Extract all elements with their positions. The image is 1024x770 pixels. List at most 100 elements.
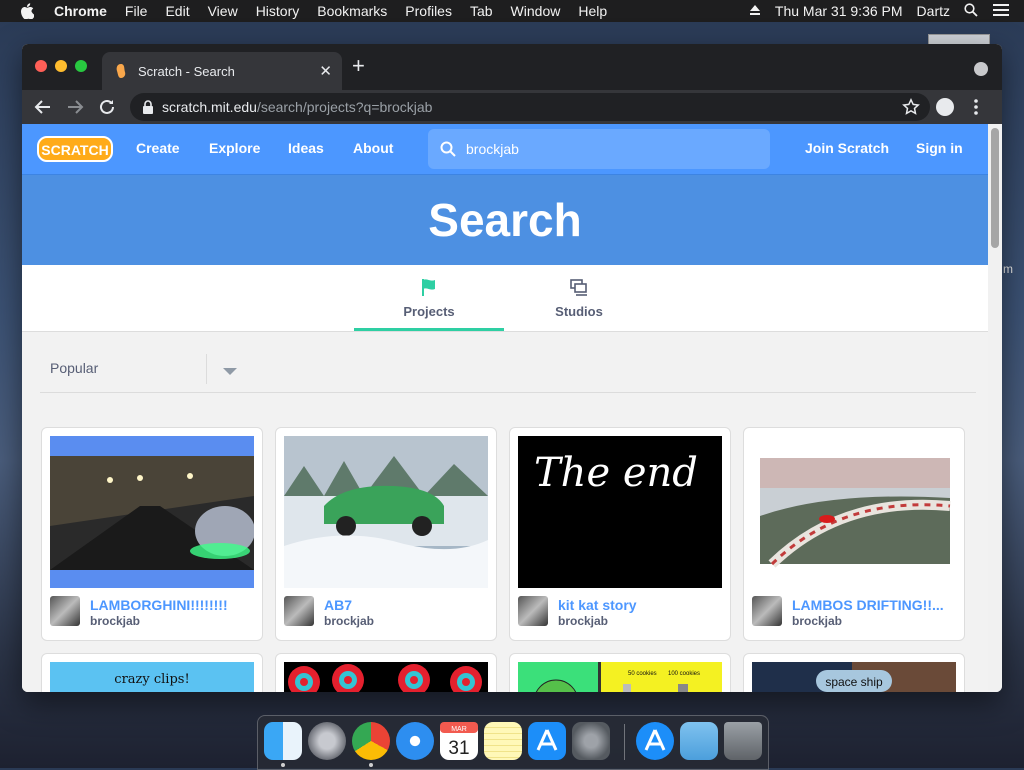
author-avatar[interactable] bbox=[518, 596, 548, 626]
project-author-link[interactable]: brockjab bbox=[324, 614, 374, 628]
project-card[interactable]: LAMBORGHINI!!!!!!!! brockjab bbox=[41, 427, 263, 641]
project-title-link[interactable]: LAMBOS DRIFTING!!... bbox=[792, 597, 960, 613]
menu-window[interactable]: Window bbox=[511, 3, 561, 19]
forward-arrow-icon[interactable] bbox=[66, 98, 84, 116]
address-bar[interactable]: scratch.mit.edu/search/projects?q=brockj… bbox=[130, 93, 930, 121]
scratch-logo[interactable]: SCRATCH bbox=[36, 134, 114, 164]
tab-search-icon[interactable] bbox=[974, 62, 988, 76]
svg-text:SCRATCH: SCRATCH bbox=[41, 142, 108, 158]
bookmark-star-icon[interactable] bbox=[902, 98, 920, 116]
spotlight-search-icon[interactable] bbox=[964, 2, 978, 20]
tab-studios-label: Studios bbox=[555, 304, 603, 319]
new-tab-button[interactable]: + bbox=[352, 55, 365, 77]
chrome-menu-icon[interactable] bbox=[974, 97, 978, 117]
project-author-link[interactable]: brockjab bbox=[90, 614, 140, 628]
join-scratch-link[interactable]: Join Scratch bbox=[805, 140, 889, 156]
lock-icon[interactable] bbox=[142, 100, 154, 114]
reload-icon[interactable] bbox=[98, 98, 116, 116]
project-thumbnail[interactable]: 50 cookies 100 cookies bbox=[518, 662, 722, 692]
project-card[interactable]: LAMBOS DRIFTING!!... brockjab bbox=[743, 427, 965, 641]
window-close-button[interactable] bbox=[35, 60, 47, 72]
chrome-icon[interactable] bbox=[352, 722, 390, 760]
nav-about-link[interactable]: About bbox=[353, 140, 393, 156]
back-arrow-icon[interactable] bbox=[34, 98, 52, 116]
macos-dock: MAR 31 bbox=[257, 715, 769, 770]
project-author-link[interactable]: brockjab bbox=[792, 614, 842, 628]
running-indicator bbox=[281, 763, 285, 767]
sort-divider bbox=[206, 354, 207, 384]
menu-file[interactable]: File bbox=[125, 3, 148, 19]
window-zoom-button[interactable] bbox=[75, 60, 87, 72]
system-preferences-icon[interactable] bbox=[572, 722, 610, 760]
tab-projects[interactable]: Projects bbox=[354, 265, 504, 331]
app-store-icon[interactable] bbox=[528, 722, 566, 760]
browser-toolbar: scratch.mit.edu/search/projects?q=brockj… bbox=[22, 90, 1002, 124]
eject-icon[interactable] bbox=[749, 3, 761, 19]
scratch-navbar: SCRATCH Create Explore Ideas About brock… bbox=[22, 124, 988, 175]
apple-menu-icon[interactable] bbox=[20, 3, 36, 19]
project-thumbnail[interactable]: The end bbox=[518, 436, 722, 588]
chevron-down-icon[interactable] bbox=[222, 364, 238, 375]
menu-tab[interactable]: Tab bbox=[470, 3, 493, 19]
project-card[interactable]: space ship bbox=[743, 653, 965, 692]
nav-create-link[interactable]: Create bbox=[136, 140, 180, 156]
control-center-icon[interactable] bbox=[992, 3, 1010, 20]
tab-studios[interactable]: Studios bbox=[504, 265, 654, 331]
window-minimize-button[interactable] bbox=[55, 60, 67, 72]
chrome-window: Scratch - Search ✕ + scratch.mit.edu/sea… bbox=[22, 44, 1002, 692]
menu-bookmarks[interactable]: Bookmarks bbox=[317, 3, 387, 19]
project-card[interactable]: The end kit kat story brockjab bbox=[509, 427, 731, 641]
project-card[interactable]: crazy clips! bbox=[41, 653, 263, 692]
menu-profiles[interactable]: Profiles bbox=[405, 3, 452, 19]
launchpad-icon[interactable] bbox=[308, 722, 346, 760]
menubar-user[interactable]: Dartz bbox=[917, 3, 950, 19]
project-title-link[interactable]: kit kat story bbox=[558, 597, 726, 613]
search-tabs: Projects Studios bbox=[22, 265, 988, 332]
safari-icon[interactable] bbox=[396, 722, 434, 760]
scrollbar-thumb[interactable] bbox=[991, 128, 999, 248]
finder-icon[interactable] bbox=[264, 722, 302, 760]
project-card[interactable]: 50 cookies 100 cookies bbox=[509, 653, 731, 692]
thumbnail-text: space ship bbox=[825, 675, 883, 689]
author-avatar[interactable] bbox=[284, 596, 314, 626]
project-author-link[interactable]: brockjab bbox=[558, 614, 608, 628]
calendar-icon[interactable]: MAR 31 bbox=[440, 722, 478, 760]
project-thumbnail[interactable] bbox=[752, 436, 956, 588]
project-thumbnail[interactable]: space ship bbox=[752, 662, 956, 692]
menu-view[interactable]: View bbox=[208, 3, 238, 19]
downloads-app-store-icon[interactable] bbox=[636, 722, 674, 760]
menu-edit[interactable]: Edit bbox=[165, 3, 189, 19]
project-card[interactable] bbox=[275, 653, 497, 692]
thumbnail-text: 100 cookies bbox=[668, 671, 700, 677]
project-thumbnail[interactable] bbox=[284, 436, 488, 588]
menu-help[interactable]: Help bbox=[578, 3, 607, 19]
project-thumbnail[interactable] bbox=[284, 662, 488, 692]
nav-ideas-link[interactable]: Ideas bbox=[288, 140, 324, 156]
page-title: Search bbox=[428, 194, 582, 246]
running-indicator bbox=[369, 763, 373, 767]
project-thumbnail[interactable]: crazy clips! bbox=[50, 662, 254, 692]
menu-chrome[interactable]: Chrome bbox=[54, 3, 107, 19]
author-avatar[interactable] bbox=[50, 596, 80, 626]
nav-explore-link[interactable]: Explore bbox=[209, 140, 260, 156]
project-title-link[interactable]: AB7 bbox=[324, 597, 492, 613]
menu-history[interactable]: History bbox=[256, 3, 300, 19]
project-card[interactable]: AB7 brockjab bbox=[275, 427, 497, 641]
tab-title: Scratch - Search bbox=[138, 63, 235, 79]
project-title-link[interactable]: LAMBORGHINI!!!!!!!! bbox=[90, 597, 258, 613]
page-scrollbar[interactable] bbox=[988, 124, 1002, 692]
site-search-input[interactable]: brockjab bbox=[428, 129, 770, 169]
sort-select[interactable]: Popular bbox=[50, 360, 98, 376]
sign-in-link[interactable]: Sign in bbox=[916, 140, 963, 156]
page-viewport: SCRATCH Create Explore Ideas About brock… bbox=[22, 124, 988, 692]
profile-avatar-icon[interactable] bbox=[936, 98, 954, 116]
menubar-datetime[interactable]: Thu Mar 31 9:36 PM bbox=[775, 3, 903, 19]
browser-tab-scratch-search[interactable]: Scratch - Search ✕ bbox=[102, 52, 342, 90]
notes-icon[interactable] bbox=[484, 722, 522, 760]
url-host: scratch.mit.edu bbox=[162, 99, 257, 115]
downloads-folder-icon[interactable] bbox=[680, 722, 718, 760]
tab-close-icon[interactable]: ✕ bbox=[319, 62, 332, 80]
author-avatar[interactable] bbox=[752, 596, 782, 626]
project-thumbnail[interactable] bbox=[50, 436, 254, 588]
trash-icon[interactable] bbox=[724, 722, 762, 760]
